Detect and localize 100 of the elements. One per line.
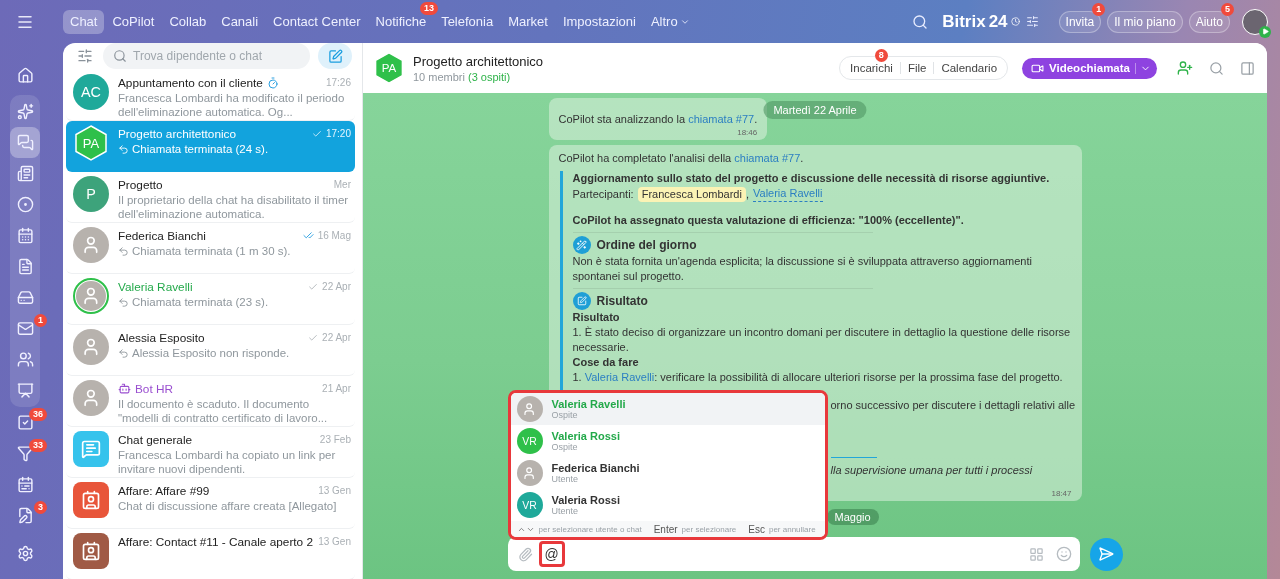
toolbar-button[interactable]: Incarichi bbox=[843, 62, 900, 74]
chat-title: Progetto architettonico bbox=[413, 53, 544, 69]
section-heading: Risultato bbox=[596, 293, 648, 309]
chat-preview: Francesca Lombardi ha copiato un link per invitare nuovi dipendenti. bbox=[118, 448, 337, 476]
hint-text: per selezionare utente o chat bbox=[538, 524, 642, 534]
chat-name: Alessia Esposito bbox=[118, 330, 205, 345]
send-button[interactable] bbox=[1089, 537, 1123, 571]
new-chat-button[interactable] bbox=[318, 43, 352, 69]
edit-icon bbox=[572, 292, 591, 310]
user-avatar[interactable] bbox=[1242, 8, 1268, 35]
chat-preview: Chiamata terminata (1 m 30 s). bbox=[132, 244, 291, 258]
settings-icon bbox=[16, 545, 34, 562]
chat-list-item[interactable]: Valeria Ravelli 22 Apr Chiamata terminata (23 s). bbox=[66, 274, 355, 325]
chat-name: Appuntamento con il cliente bbox=[118, 75, 263, 90]
chat-list-item[interactable]: Bot HR 21 Apr Il documento è scaduto. Il documento "modelli di contratto certificato di lavoro... bbox=[66, 376, 355, 427]
add-user-icon[interactable] bbox=[1177, 60, 1193, 76]
chat-list-item[interactable]: Affare: Contact #11 - Canale aperto 2 13 Gen bbox=[66, 529, 355, 579]
chat-time: 23 Feb bbox=[319, 434, 351, 445]
nav-tab[interactable]: CoPilot bbox=[105, 9, 162, 34]
call-link[interactable]: chiamata #77 bbox=[734, 152, 801, 164]
nav-tab[interactable]: Impostazioni bbox=[555, 9, 643, 34]
participants-label: Partecipanti: bbox=[572, 186, 634, 202]
apps-icon[interactable] bbox=[1028, 546, 1044, 562]
count-badge: 1 bbox=[1092, 2, 1106, 16]
nav-tab[interactable]: Altro bbox=[643, 9, 697, 34]
home-icon bbox=[16, 67, 34, 84]
message-text: CoPilot ha completato l'analisi della chiamata #77. bbox=[558, 151, 805, 166]
message-text: CoPilot sta analizzando la chiamata #77. bbox=[558, 112, 758, 127]
sparkle-icon bbox=[16, 103, 34, 120]
ring-icon bbox=[16, 196, 34, 213]
count-badge: 33 bbox=[29, 439, 47, 452]
chat-avatar: AC bbox=[73, 74, 109, 110]
emoji-icon[interactable] bbox=[1055, 546, 1072, 562]
chat-time: 22 Apr bbox=[322, 332, 351, 343]
hint-text: per selezionare bbox=[681, 524, 737, 534]
chat-time: 17:26 bbox=[325, 77, 351, 88]
bot-icon bbox=[118, 382, 131, 395]
chat-avatar bbox=[73, 329, 109, 365]
nav-tab[interactable]: Contact Center bbox=[266, 9, 368, 34]
chat-preview: Chiamata terminata (24 s). bbox=[132, 142, 269, 156]
summary-title: Aggiornamento sullo stato del progetto e discussione delle necessità di risorse aggiuntive. bbox=[572, 171, 1051, 186]
chat-preview: Francesca Lombardi ha modificato il periodo dell'eliminazione automatica. Og... bbox=[118, 91, 346, 119]
filter-button[interactable] bbox=[75, 46, 95, 66]
chat-list-item[interactable]: P Progetto Mer Il proprietario della chat ha disabilitato il timer dell'eliminazione automatica. bbox=[66, 172, 355, 223]
count-badge: 8 bbox=[874, 49, 888, 62]
chat-name: Valeria Ravelli bbox=[118, 279, 193, 294]
people-icon bbox=[16, 351, 34, 368]
message-text: Non è stata fornita un'agenda esplicita; la discussione si è sviluppata attraverso aggiornamenti spontanei sul progetto. bbox=[572, 254, 1033, 284]
chat-avatar bbox=[73, 431, 109, 467]
message-input[interactable]: @ bbox=[544, 546, 559, 562]
subheading: Risultato bbox=[572, 310, 621, 325]
chat-name: Affare: Affare #99 bbox=[118, 483, 210, 498]
chat-time: 16 Mag bbox=[317, 230, 351, 241]
compose-icon bbox=[327, 48, 343, 64]
attach-icon[interactable] bbox=[517, 546, 533, 562]
chat-icon bbox=[16, 134, 34, 151]
search-icon[interactable] bbox=[1209, 60, 1224, 76]
user-role: Ospite bbox=[551, 442, 579, 452]
chat-name: Progetto bbox=[118, 177, 163, 192]
message-time: 18:47 bbox=[1051, 488, 1072, 499]
chat-avatar bbox=[73, 227, 109, 263]
nav-tab[interactable]: Collab bbox=[162, 9, 214, 34]
mention-item[interactable]: Valeria Ravelli Ospite bbox=[510, 393, 825, 425]
participant-link[interactable]: Valeria Ravelli bbox=[753, 186, 823, 202]
date-pill: Martedì 22 Aprile bbox=[763, 101, 867, 119]
chat-list-item[interactable]: Chat generale 23 Feb Francesca Lombardi ha copiato un link per invitare nuovi dipendenti. bbox=[66, 427, 355, 478]
chat-list-item[interactable]: Federica Bianchi 16 Mag Chiamata terminata (1 m 30 s). bbox=[66, 223, 355, 274]
header-button[interactable]: Il mio piano bbox=[1107, 10, 1183, 33]
participant-chip[interactable]: Francesca Lombardi bbox=[637, 186, 746, 202]
call-link[interactable]: chiamata #77 bbox=[688, 113, 755, 125]
message-time: 18:46 bbox=[737, 127, 758, 138]
chat-avatar bbox=[73, 482, 109, 518]
chat-avatar: PA bbox=[73, 125, 109, 161]
schedule-icon bbox=[16, 476, 34, 493]
toolbar-button[interactable]: File bbox=[899, 62, 934, 74]
count-badge: 36 bbox=[29, 408, 47, 421]
chat-time: 13 Gen bbox=[318, 485, 351, 496]
side-panel-icon[interactable] bbox=[1240, 60, 1255, 76]
chat-list-item[interactable]: Affare: Affare #99 13 Gen Chat di discussione affare creata [Allegato] bbox=[66, 478, 355, 529]
clock-icon bbox=[1010, 17, 1020, 26]
chat-list-item[interactable]: Alessia Esposito 22 Apr Alessia Esposito non risponde. bbox=[66, 325, 355, 376]
nav-tab[interactable]: Canali bbox=[214, 9, 266, 34]
chat-time: 22 Apr bbox=[322, 281, 351, 292]
nav-tab[interactable]: Chat bbox=[63, 9, 105, 34]
logo-number: 24 bbox=[988, 11, 1008, 32]
subheading: Cose da fare bbox=[572, 355, 640, 370]
video-call-button[interactable]: Videochiamata bbox=[1022, 57, 1157, 79]
count-badge: 1 bbox=[34, 314, 47, 327]
user-name: Federica Bianchi bbox=[551, 462, 640, 474]
toolbar-button[interactable]: Calendario bbox=[933, 62, 1005, 74]
user-role: Utente bbox=[551, 506, 580, 516]
chat-name: Bot HR bbox=[135, 381, 174, 396]
chat-list-item[interactable]: PA Progetto architettonico 17:20 Chiamata terminata (24 s). bbox=[66, 121, 355, 172]
chat-avatar: PA bbox=[373, 52, 405, 84]
search-icon[interactable] bbox=[912, 13, 929, 30]
task-icon bbox=[16, 414, 34, 431]
search-field[interactable]: Trova dipendente o chat bbox=[103, 43, 310, 69]
nav-tab[interactable]: Market bbox=[501, 9, 555, 34]
chat-time: 21 Apr bbox=[322, 383, 351, 394]
sliders-icon[interactable] bbox=[1025, 15, 1039, 28]
